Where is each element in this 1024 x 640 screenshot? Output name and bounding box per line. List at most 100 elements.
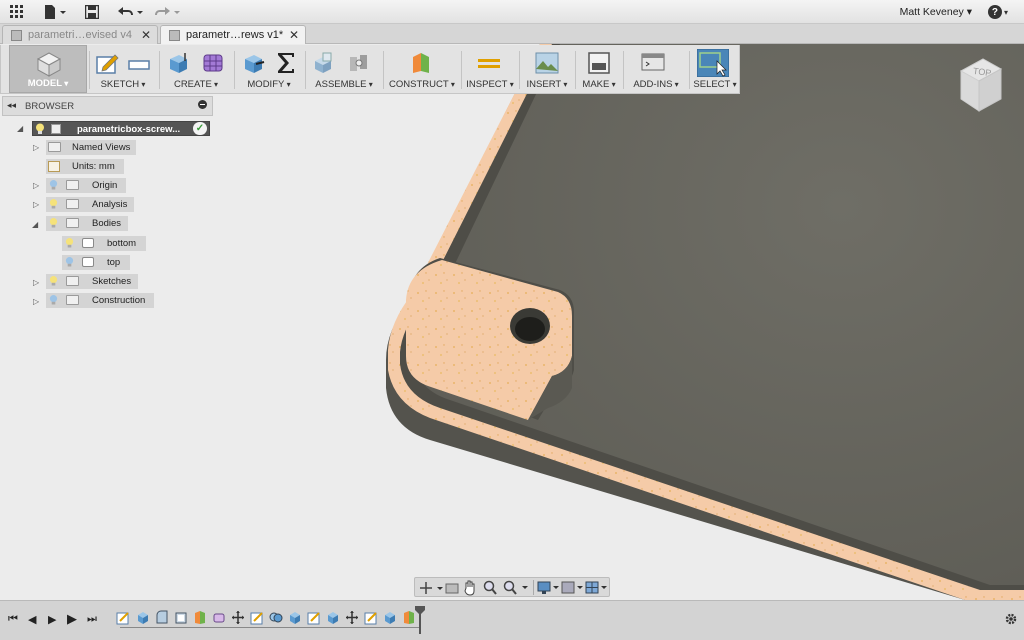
save-icon[interactable]	[84, 3, 100, 21]
timeline-extrude-feature-icon[interactable]	[288, 610, 302, 625]
browser-item-named-views[interactable]: Named Views	[46, 140, 136, 155]
timeline-extrude-feature-icon[interactable]	[383, 610, 397, 625]
grid-snaps-icon[interactable]	[561, 580, 585, 596]
timeline-move-feature-icon[interactable]	[345, 610, 359, 625]
help-icon: ?	[987, 5, 1002, 19]
timeline-split-feature-icon[interactable]	[402, 610, 416, 625]
timeline-shell-feature-icon[interactable]	[174, 610, 188, 625]
item-label: Units: mm	[72, 161, 115, 172]
collapse-panel-icon[interactable]: ◂◂	[7, 100, 16, 111]
timeline-split-feature-icon[interactable]	[193, 610, 207, 625]
make-menu[interactable]: MAKE	[579, 45, 619, 93]
body-icon	[82, 257, 94, 267]
timeline-sketch-feature-icon[interactable]	[116, 610, 130, 625]
tab-document-1[interactable]: parametri…evised v4 ✕	[2, 25, 158, 44]
orbit-icon[interactable]	[419, 581, 445, 595]
browser-root-node[interactable]: parametricbox-screw... ✓	[32, 121, 210, 136]
user-menu[interactable]: Matt Keveney ▾	[900, 6, 972, 18]
tab-document-2[interactable]: parametr…rews v1* ✕	[160, 25, 306, 44]
timeline-body-feature-icon[interactable]	[212, 610, 226, 625]
visibility-bulb-icon[interactable]	[49, 294, 58, 306]
root-label: parametricbox-screw...	[77, 124, 181, 135]
inspect-label: INSPECT	[465, 79, 515, 90]
create-menu[interactable]: CREATE	[163, 45, 229, 93]
viewports-icon[interactable]	[585, 580, 609, 596]
browser-item-body-bottom[interactable]: bottom	[62, 236, 146, 251]
sketch-menu[interactable]: SKETCH	[93, 45, 153, 93]
document-icon	[169, 29, 180, 41]
timeline-move-feature-icon[interactable]	[231, 610, 245, 625]
timeline-sketch-feature-icon[interactable]	[250, 610, 264, 625]
folder-icon	[66, 218, 79, 228]
display-settings-icon[interactable]	[537, 580, 561, 596]
timeline-marker-handle[interactable]	[415, 606, 425, 634]
select-menu[interactable]: SELECT	[691, 45, 739, 93]
browser-item-analysis[interactable]: Analysis	[46, 197, 134, 212]
apps-grid-icon[interactable]	[8, 3, 26, 21]
expand-triangle-icon[interactable]: ▷	[33, 181, 39, 190]
help-button[interactable]: ? ▾	[984, 3, 1012, 21]
collapse-triangle-icon[interactable]: ◢	[17, 124, 23, 133]
visibility-bulb-icon[interactable]	[49, 198, 58, 210]
visibility-bulb-icon[interactable]	[49, 275, 58, 287]
component-icon	[51, 124, 61, 134]
timeline-sketch-feature-icon[interactable]	[364, 610, 378, 625]
play-icon[interactable]: ▶	[48, 613, 56, 626]
look-at-icon[interactable]	[445, 581, 459, 595]
workspace-label: MODEL	[10, 78, 86, 89]
timeline-fillet-feature-icon[interactable]	[155, 610, 169, 625]
redo-button[interactable]	[152, 3, 182, 21]
insert-image-icon	[535, 52, 559, 74]
step-back-icon[interactable]: ◀	[28, 613, 36, 626]
go-to-end-icon[interactable]: ⏭	[87, 613, 97, 626]
timeline-settings-gear-icon[interactable]	[1004, 612, 1018, 626]
user-name: Matt Keveney	[899, 6, 964, 18]
browser-item-origin[interactable]: Origin	[46, 178, 126, 193]
add-ins-menu[interactable]: ADD-INS	[627, 45, 685, 93]
close-icon[interactable]: ✕	[141, 28, 151, 42]
expand-triangle-icon[interactable]: ▷	[33, 297, 39, 306]
go-to-start-icon[interactable]: ⏮	[8, 613, 18, 626]
ribbon-toolbar: MODEL SKETCH CREATE MODIFY ASSEMBLE CONS…	[0, 45, 740, 94]
fit-zoom-icon[interactable]	[503, 580, 531, 596]
item-label: bottom	[107, 238, 137, 249]
visibility-bulb-icon[interactable]	[49, 179, 58, 191]
pan-hand-icon[interactable]	[463, 580, 477, 596]
browser-options-icon[interactable]	[198, 100, 207, 109]
visibility-bulb-icon[interactable]	[49, 217, 58, 229]
insert-menu[interactable]: INSERT	[523, 45, 571, 93]
expand-triangle-icon[interactable]: ▷	[33, 200, 39, 209]
inspect-menu[interactable]: INSPECT	[465, 45, 515, 93]
step-forward-icon[interactable]: ▶	[67, 611, 77, 627]
visibility-bulb-icon[interactable]	[35, 123, 45, 135]
browser-item-units[interactable]: Units: mm	[46, 159, 124, 174]
browser-title: BROWSER	[25, 101, 75, 112]
activate-check-icon[interactable]: ✓	[193, 122, 207, 135]
expand-triangle-icon[interactable]: ▷	[33, 143, 39, 152]
browser-item-bodies[interactable]: Bodies	[46, 216, 128, 231]
modify-menu[interactable]: MODIFY	[238, 45, 300, 93]
browser-item-sketches[interactable]: Sketches	[46, 274, 138, 289]
timeline-extrude-feature-icon[interactable]	[326, 610, 340, 625]
workspace-switcher[interactable]: MODEL	[9, 45, 87, 93]
timeline-sketch-feature-icon[interactable]	[307, 610, 321, 625]
view-cube[interactable]: TOP	[955, 55, 1003, 115]
browser-item-body-top[interactable]: top	[62, 255, 130, 270]
visibility-bulb-icon[interactable]	[65, 256, 74, 268]
navigation-bar	[414, 577, 610, 597]
visibility-bulb-icon[interactable]	[65, 237, 74, 249]
expand-triangle-icon[interactable]: ▷	[33, 278, 39, 287]
collapse-triangle-icon[interactable]: ◢	[32, 220, 38, 229]
undo-button[interactable]	[115, 3, 145, 21]
browser-item-construction[interactable]: Construction	[46, 293, 154, 308]
construct-menu[interactable]: CONSTRUCT	[387, 45, 457, 93]
close-icon[interactable]: ✕	[289, 28, 299, 42]
zoom-icon[interactable]	[483, 580, 497, 596]
timeline-combine-feature-icon[interactable]	[269, 610, 283, 625]
document-icon	[11, 29, 22, 41]
model-workspace-icon	[36, 52, 62, 77]
browser-panel-header: ◂◂ BROWSER	[2, 96, 213, 116]
assemble-menu[interactable]: ASSEMBLE	[309, 45, 379, 93]
timeline-extrude-feature-icon[interactable]	[136, 610, 150, 625]
file-menu-button[interactable]	[42, 3, 68, 21]
